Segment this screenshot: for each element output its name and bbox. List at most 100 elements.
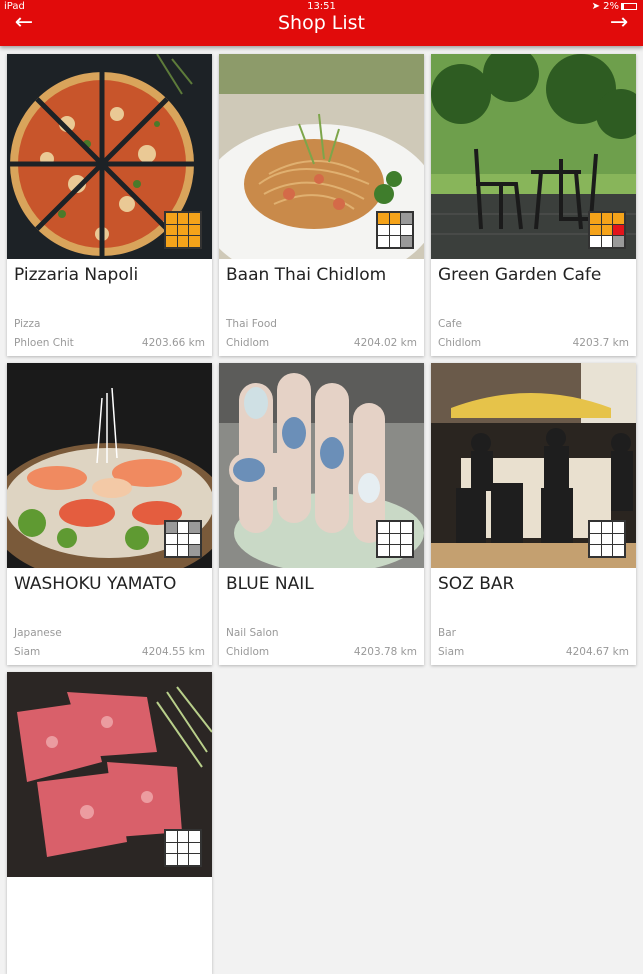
shop-card[interactable]: BLUE NAIL Nail Salon Chidlom 4203.78 km [219,363,424,665]
badge-cell [189,522,200,533]
rating-grid-icon [164,520,202,558]
page-title: Shop List [277,12,366,34]
badge-cell [166,545,177,556]
shop-distance: 4204.55 km [141,646,205,658]
badge-cell [590,236,601,247]
battery-percent: 2% [603,1,619,12]
badge-cell [378,522,389,533]
rating-grid-icon [376,520,414,558]
badge-cell [590,545,601,556]
rating-grid-icon [376,211,414,249]
badge-cell [613,545,624,556]
shop-card[interactable] [7,672,212,974]
badge-cell [166,831,177,842]
shop-area: Siam [14,646,41,658]
shop-name: BLUE NAIL [226,574,314,594]
shop-name: WASHOKU YAMATO [14,574,177,594]
badge-cell [401,213,412,224]
shop-photo [431,54,636,259]
shop-photo [219,54,424,259]
shop-area: Phloen Chit [14,337,74,349]
shop-card[interactable]: SOZ BAR Bar Siam 4204.67 km [431,363,636,665]
badge-cell [601,224,613,236]
shop-distance: 4204.02 km [353,337,417,349]
badge-cell [401,236,412,247]
badge-cell [177,224,189,236]
shop-distance: 4204.67 km [565,646,629,658]
shop-distance: 4203.7 km [572,337,629,349]
shop-card[interactable]: Green Garden Cafe Cafe Chidlom 4203.7 km [431,54,636,356]
shop-photo [431,363,636,568]
badge-cell [189,854,200,865]
badge-cell [401,545,412,556]
status-time: 13:51 [307,1,336,12]
badge-cell [378,533,389,545]
shop-photo [219,363,424,568]
badge-cell [177,533,189,545]
badge-cell [166,213,177,224]
badge-cell [401,522,412,533]
badge-cell [601,236,613,247]
badge-cell [177,236,189,247]
badge-cell [601,213,613,224]
badge-cell [189,224,200,236]
badge-cell [601,533,613,545]
badge-cell [189,831,200,842]
badge-cell [189,213,200,224]
badge-cell [177,545,189,556]
badge-cell [378,545,389,556]
shop-card[interactable]: Baan Thai Chidlom Thai Food Chidlom 4204… [219,54,424,356]
badge-cell [166,842,177,854]
badge-cell [590,224,601,236]
status-bar: iPad 13:51 ➤ 2% [0,0,643,14]
badge-cell [378,213,389,224]
badge-cell [189,533,200,545]
badge-cell [590,213,601,224]
badge-cell [378,224,389,236]
badge-cell [177,831,189,842]
badge-cell [389,224,401,236]
shop-category: Bar [438,627,456,639]
badge-cell [177,842,189,854]
rating-grid-icon [164,829,202,867]
battery-indicator: ➤ 2% [592,1,637,12]
shop-area: Chidlom [226,646,270,658]
shop-category: Pizza [14,318,41,330]
badge-cell [166,236,177,247]
badge-cell [166,854,177,865]
shop-name: SOZ BAR [438,574,515,594]
shop-card[interactable]: WASHOKU YAMATO Japanese Siam 4204.55 km [7,363,212,665]
shop-area: Chidlom [438,337,482,349]
shop-area: Siam [438,646,465,658]
badge-cell [166,224,177,236]
shop-name: Green Garden Cafe [438,265,602,285]
badge-cell [613,236,624,247]
badge-cell [613,213,624,224]
shop-category: Thai Food [226,318,277,330]
badge-cell [389,545,401,556]
badge-cell [177,854,189,865]
shop-card[interactable]: Pizzaria Napoli Pizza Phloen Chit 4203.6… [7,54,212,356]
shop-distance: 4203.66 km [141,337,205,349]
shop-photo [7,672,212,877]
shop-area: Chidlom [226,337,270,349]
badge-cell [601,522,613,533]
arrow-right-icon[interactable]: → [604,10,634,38]
rating-grid-icon [164,211,202,249]
badge-cell [177,522,189,533]
badge-cell [401,224,412,236]
shop-name: Baan Thai Chidlom [226,265,387,285]
rating-grid-icon [588,520,626,558]
badge-cell [189,236,200,247]
badge-cell [389,236,401,247]
badge-cell [166,533,177,545]
battery-icon [621,2,637,10]
shop-category: Japanese [14,627,62,639]
shop-photo [7,363,212,568]
badge-cell [378,236,389,247]
badge-cell [613,522,624,533]
badge-cell [613,533,624,545]
badge-cell [389,533,401,545]
badge-cell [189,545,200,556]
shop-photo [7,54,212,259]
